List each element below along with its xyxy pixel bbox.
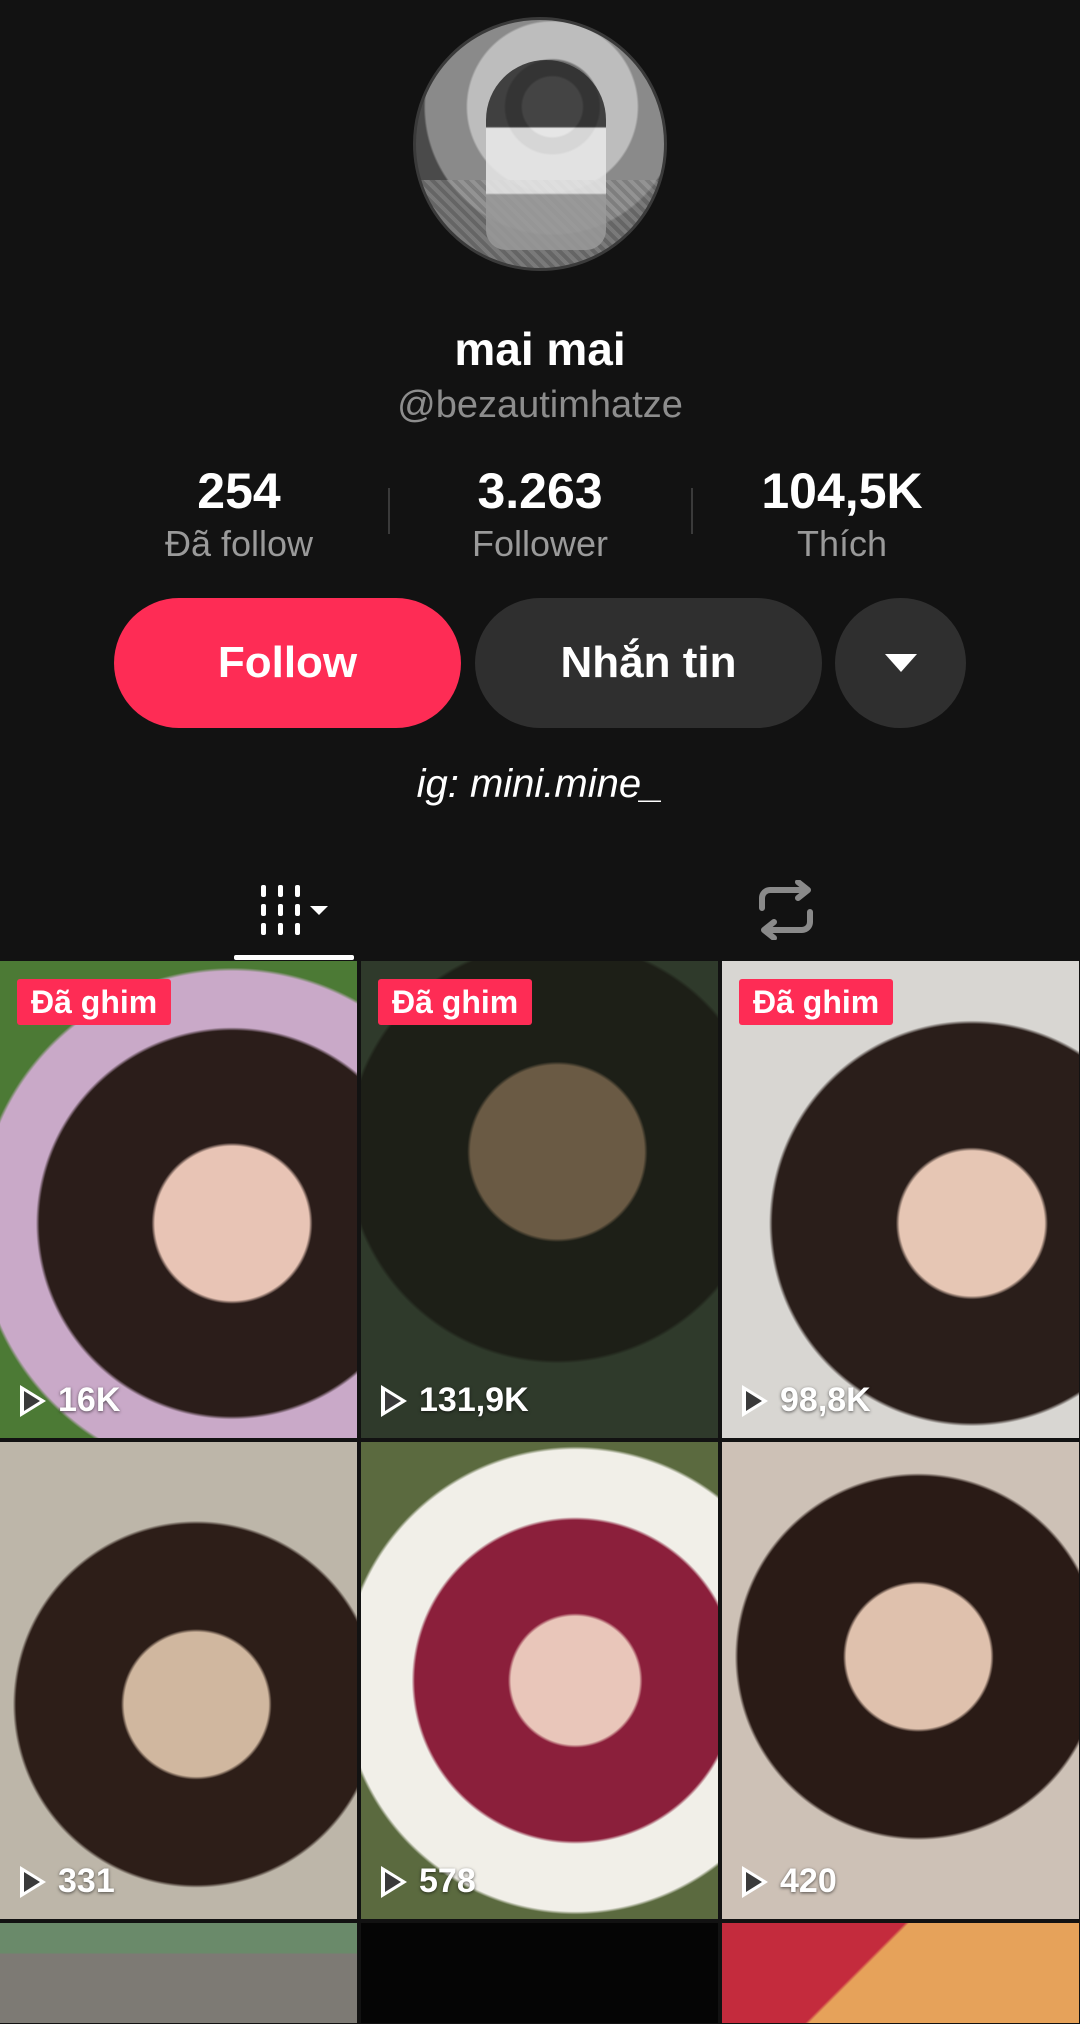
more-options-button[interactable] [835,598,966,728]
view-count: 331 [20,1862,115,1901]
dropdown-caret-icon [309,905,328,915]
view-count-text: 420 [780,1862,837,1900]
view-count-text: 578 [419,1862,476,1900]
video-tile[interactable]: Đã ghim 98,8K [722,961,1079,1438]
view-count-text: 16K [58,1381,121,1419]
play-icon [20,1865,46,1898]
play-icon [381,1384,407,1417]
following-stat[interactable]: 254 Đã follow [109,462,369,568]
pinned-badge: Đã ghim [378,979,533,1025]
video-tile[interactable]: 578 [361,1442,718,1919]
view-count: 578 [381,1862,476,1901]
view-count: 16K [20,1381,120,1420]
play-icon [20,1384,46,1417]
grid-icon [260,885,300,935]
avatar-photo-person [486,60,606,250]
video-tile[interactable] [0,1923,357,2023]
view-count: 420 [742,1862,837,1901]
view-count-text: 98,8K [780,1381,871,1419]
tab-videos[interactable] [234,860,354,960]
view-count: 98,8K [742,1381,871,1420]
display-name: mai mai [454,323,626,375]
pinned-badge: Đã ghim [17,979,172,1025]
video-tile[interactable]: 420 [722,1442,1079,1919]
stats-divider [388,488,390,534]
stats-divider [691,488,693,534]
profile-stats: 254 Đã follow 3.263 Follower 104,5K Thíc… [0,462,1080,572]
following-count: 254 [197,463,281,519]
username: @bezautimhatze [397,384,683,426]
video-tile[interactable]: 331 [0,1442,357,1919]
tab-reposts[interactable] [736,860,836,960]
profile-bio: ig: mini.mine_ [416,762,664,806]
followers-count: 3.263 [477,463,603,519]
play-icon [742,1865,768,1898]
view-count-text: 331 [58,1862,115,1900]
view-count-text: 131,9K [419,1381,529,1419]
likes-count: 104,5K [761,463,923,519]
play-icon [381,1865,407,1898]
profile-avatar[interactable] [413,17,667,271]
followers-label: Follower [471,523,609,564]
active-tab-indicator [234,955,354,960]
likes-label: Thích [796,523,888,564]
follow-button[interactable]: Follow [114,598,461,728]
video-tile[interactable]: Đã ghim 131,9K [361,961,718,1438]
followers-stat[interactable]: 3.263 Follower [410,462,670,568]
video-tile[interactable] [722,1923,1079,2023]
view-count: 131,9K [381,1381,529,1420]
video-tile[interactable]: Đã ghim 16K [0,961,357,1438]
video-tile[interactable] [361,1923,718,2023]
pinned-badge: Đã ghim [739,979,894,1025]
chevron-down-icon [884,654,917,672]
profile-tabs [0,860,1080,960]
following-label: Đã follow [164,523,314,564]
play-icon [742,1384,768,1417]
likes-stat[interactable]: 104,5K Thích [712,462,972,568]
repost-icon [759,880,813,940]
message-button[interactable]: Nhắn tin [475,598,822,728]
